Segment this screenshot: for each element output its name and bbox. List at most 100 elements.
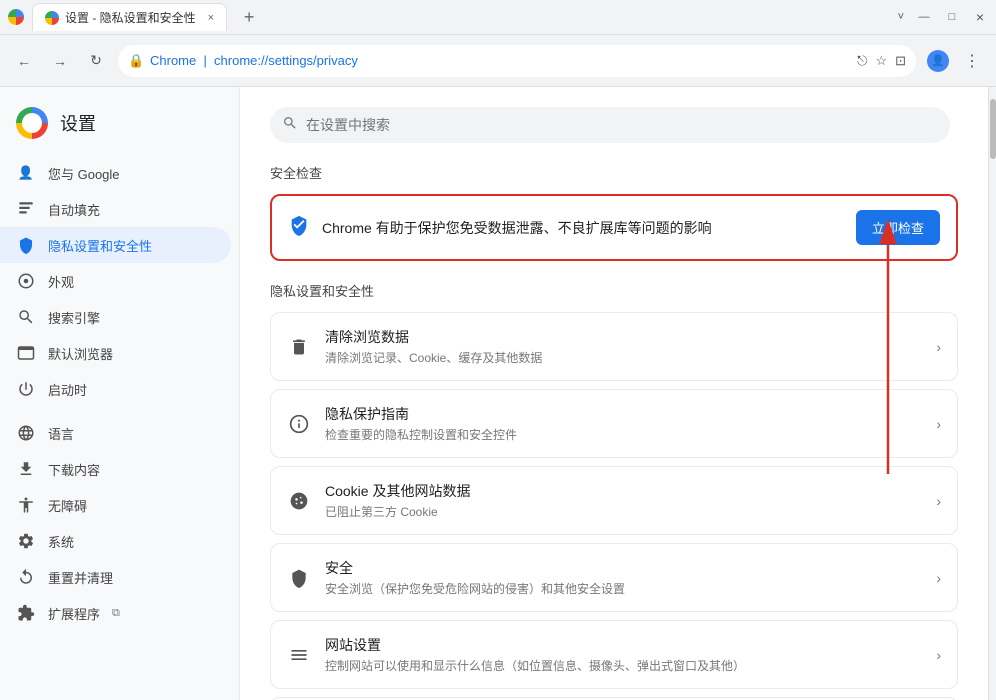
- cookie-icon: [287, 489, 311, 513]
- privacy-item-guide-title: 隐私保护指南: [325, 404, 922, 424]
- check-now-button[interactable]: 立即检查: [856, 210, 940, 245]
- external-link-icon: ⧉: [112, 607, 120, 620]
- safety-card-wrapper: Chrome 有助于保护您免受数据泄露、不良扩展库等问题的影响 立即检查: [270, 194, 958, 261]
- site-settings-icon: [287, 643, 311, 667]
- menu-icon: ⋮: [964, 51, 980, 71]
- sidebar-item-extensions-label: 扩展程序: [48, 604, 100, 623]
- minimize-button[interactable]: —: [916, 9, 932, 25]
- new-tab-button[interactable]: +: [235, 3, 263, 31]
- privacy-guide-icon: [287, 412, 311, 436]
- sidebar-item-search[interactable]: 搜索引擎: [0, 299, 231, 335]
- chevron-icon: ˅: [898, 11, 904, 23]
- privacy-item-cookies-desc: 已阻止第三方 Cookie: [325, 503, 922, 520]
- maximize-button[interactable]: □: [944, 9, 960, 25]
- privacy-item-clear-desc: 清除浏览记录、Cookie、缓存及其他数据: [325, 349, 922, 366]
- sidebar-item-reset[interactable]: 重置并清理: [0, 559, 231, 595]
- autofill-icon: [16, 199, 36, 219]
- privacy-section: 清除浏览数据 清除浏览记录、Cookie、缓存及其他数据 › 隐私保护指南 检查…: [270, 312, 958, 700]
- privacy-section-title: 隐私设置和安全性: [270, 281, 958, 300]
- settings-search-input[interactable]: [270, 107, 950, 143]
- google-icon: 👤: [16, 163, 36, 183]
- back-button[interactable]: ←: [10, 47, 38, 75]
- sidebar-item-google[interactable]: 👤 您与 Google: [0, 155, 231, 191]
- split-view-icon[interactable]: ⊡: [895, 53, 906, 69]
- share-icon[interactable]: ⎋: [857, 53, 867, 69]
- privacy-item-clear-text: 清除浏览数据 清除浏览记录、Cookie、缓存及其他数据: [325, 327, 922, 366]
- titlebar-controls: ˅ — □ ×: [898, 9, 988, 25]
- sidebar-item-autofill[interactable]: 自动填充: [0, 191, 231, 227]
- arrow-icon: ›: [936, 416, 941, 432]
- sidebar-item-reset-label: 重置并清理: [48, 568, 113, 587]
- refresh-button[interactable]: ↻: [82, 47, 110, 75]
- sidebar-item-search-label: 搜索引擎: [48, 308, 100, 327]
- privacy-item-guide-text: 隐私保护指南 检查重要的隐私控制设置和安全控件: [325, 404, 922, 443]
- sidebar-item-browser-label: 默认浏览器: [48, 344, 113, 363]
- shield-check-icon: [288, 214, 310, 242]
- bookmark-icon[interactable]: ☆: [875, 53, 887, 69]
- close-window-button[interactable]: ×: [972, 9, 988, 25]
- sidebar-item-language-label: 语言: [48, 424, 74, 443]
- privacy-item-security[interactable]: 安全 安全浏览（保护您免受危险网站的侵害）和其他安全设置 ›: [270, 543, 958, 612]
- sidebar-title: 设置: [60, 110, 96, 136]
- sidebar-item-startup[interactable]: 启动时: [0, 371, 231, 407]
- privacy-item-security-text: 安全 安全浏览（保护您免受危险网站的侵害）和其他安全设置: [325, 558, 922, 597]
- sidebar-item-appearance-label: 外观: [48, 272, 74, 291]
- sidebar-item-system-label: 系统: [48, 532, 74, 551]
- toolbar-right: 👤 ⋮: [924, 47, 986, 75]
- browser-tab[interactable]: 设置 - 隐私设置和安全性 ×: [32, 3, 227, 31]
- sidebar-item-extensions[interactable]: 扩展程序 ⧉: [0, 595, 231, 631]
- safety-check-description: Chrome 有助于保护您免受数据泄露、不良扩展库等问题的影响: [322, 218, 844, 238]
- sidebar-item-privacy[interactable]: 隐私设置和安全性: [0, 227, 231, 263]
- sidebar-item-accessibility[interactable]: 无障碍: [0, 487, 231, 523]
- sidebar-item-appearance[interactable]: 外观: [0, 263, 231, 299]
- privacy-item-cookies[interactable]: Cookie 及其他网站数据 已阻止第三方 Cookie ›: [270, 466, 958, 535]
- menu-button[interactable]: ⋮: [958, 47, 986, 75]
- address-right-icons: ⎋ ☆ ⊡: [857, 53, 906, 69]
- titlebar-left: 设置 - 隐私设置和安全性 × +: [8, 3, 263, 31]
- sidebar-item-system[interactable]: 系统: [0, 523, 231, 559]
- appearance-icon: [16, 271, 36, 291]
- language-icon: [16, 423, 36, 443]
- accessibility-icon: [16, 495, 36, 515]
- sidebar-divider: [0, 407, 239, 415]
- startup-icon: [16, 379, 36, 399]
- sidebar: 设置 👤 您与 Google 自动填充 隐私设置和安全性 外观: [0, 87, 240, 700]
- titlebar: 设置 - 隐私设置和安全性 × + ˅ — □ ×: [0, 0, 996, 35]
- content-area: 安全检查 Chrome 有助于保护您免受数据泄露、不良扩展库等问题的影响 立即检…: [240, 87, 988, 700]
- sidebar-item-browser[interactable]: 默认浏览器: [0, 335, 231, 371]
- addressbar: ← → ↻ 🔒 ⎋ ☆ ⊡ 👤 ⋮: [0, 35, 996, 87]
- privacy-item-clear-browsing[interactable]: 清除浏览数据 清除浏览记录、Cookie、缓存及其他数据 ›: [270, 312, 958, 381]
- sidebar-item-privacy-label: 隐私设置和安全性: [48, 236, 152, 255]
- location-icon: 🔒: [128, 53, 144, 69]
- profile-button[interactable]: 👤: [924, 47, 952, 75]
- privacy-item-guide[interactable]: 隐私保护指南 检查重要的隐私控制设置和安全控件 ›: [270, 389, 958, 458]
- search-wrapper: [270, 107, 950, 143]
- main-layout: 设置 👤 您与 Google 自动填充 隐私设置和安全性 外观: [0, 87, 996, 700]
- tab-favicon: [45, 11, 59, 25]
- chrome-logo-inner: [22, 113, 42, 133]
- address-input[interactable]: [118, 45, 916, 77]
- profile-avatar: 👤: [927, 50, 949, 72]
- chrome-logo: [16, 107, 48, 139]
- privacy-item-site-settings[interactable]: 网站设置 控制网站可以使用和显示什么信息（如位置信息、摄像头、弹出式窗口及其他）…: [270, 620, 958, 689]
- scrollbar-thumb[interactable]: [990, 99, 996, 159]
- arrow-icon: ›: [936, 339, 941, 355]
- sidebar-item-download[interactable]: 下载内容: [0, 451, 231, 487]
- download-icon: [16, 459, 36, 479]
- extensions-icon: [16, 603, 36, 623]
- system-icon: [16, 531, 36, 551]
- sidebar-item-google-label: 您与 Google: [48, 164, 120, 183]
- sidebar-item-accessibility-label: 无障碍: [48, 496, 87, 515]
- tab-close-button[interactable]: ×: [208, 12, 214, 24]
- safety-check-card: Chrome 有助于保护您免受数据泄露、不良扩展库等问题的影响 立即检查: [270, 194, 958, 261]
- sidebar-item-autofill-label: 自动填充: [48, 200, 100, 219]
- forward-button[interactable]: →: [46, 47, 74, 75]
- sidebar-item-language[interactable]: 语言: [0, 415, 231, 451]
- sidebar-header: 设置: [0, 99, 239, 155]
- privacy-item-clear-title: 清除浏览数据: [325, 327, 922, 347]
- privacy-item-cookies-text: Cookie 及其他网站数据 已阻止第三方 Cookie: [325, 481, 922, 520]
- scrollbar-track[interactable]: [988, 87, 996, 700]
- arrow-icon: ›: [936, 493, 941, 509]
- security-shield-icon: [287, 566, 311, 590]
- trash-icon: [287, 335, 311, 359]
